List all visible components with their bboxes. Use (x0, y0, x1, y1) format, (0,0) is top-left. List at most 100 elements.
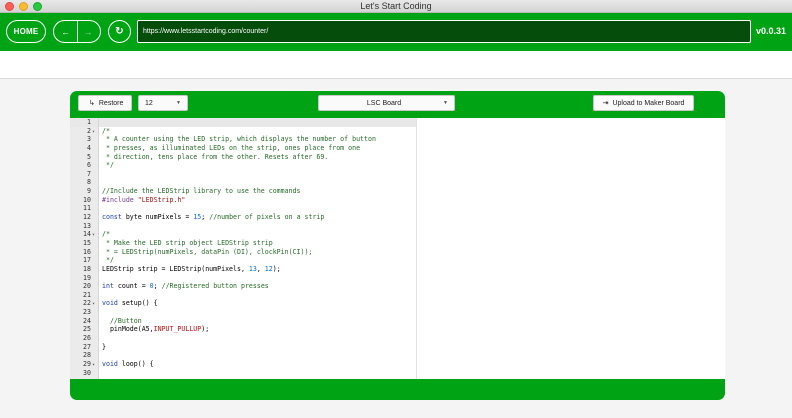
code-line[interactable]: void loop() { (99, 360, 416, 369)
code-token: "LEDStrip.h" (137, 195, 186, 204)
code-token: 12 (264, 264, 273, 273)
code-line[interactable]: int count = 0; //Registered button press… (99, 282, 416, 291)
code-line[interactable] (99, 222, 416, 231)
line-number: 13 (70, 222, 98, 231)
code-line[interactable]: * A counter using the LED strip, which d… (99, 135, 416, 144)
code-line[interactable] (99, 308, 416, 317)
code-token: } (102, 342, 106, 351)
forward-arrow-icon[interactable]: → (76, 21, 100, 42)
line-number: 11 (70, 204, 98, 213)
line-number: 17 (70, 256, 98, 265)
code-line[interactable] (99, 118, 416, 127)
code-token: //number of pixels on a strip (209, 213, 325, 222)
chevron-down-icon: ▼ (176, 100, 181, 106)
line-number: 1 (70, 118, 98, 127)
line-number-text: 27 (83, 342, 91, 351)
code-token: * A counter using the LED strip, which d… (102, 135, 376, 144)
code-token: */ (102, 161, 114, 170)
code-line[interactable] (99, 291, 416, 300)
back-arrow-icon[interactable]: ← (54, 21, 78, 42)
code-token: * direction, tens place from the other. … (102, 152, 329, 161)
line-number-text: 24 (83, 316, 91, 325)
line-number: 15 (70, 239, 98, 248)
code-line[interactable]: //Include the LEDStrip library to use th… (99, 187, 416, 196)
code-line[interactable]: * direction, tens place from the other. … (99, 153, 416, 162)
code-line[interactable]: * = LEDStrip(numPixels, dataPin (DI), cl… (99, 248, 416, 257)
code-line[interactable]: //Button (99, 317, 416, 326)
code-line[interactable]: /* (99, 127, 416, 136)
line-number-text: 26 (83, 334, 91, 343)
upload-icon: ⇥ (602, 100, 609, 107)
code-line[interactable] (99, 204, 416, 213)
board-select[interactable]: LSC Board ▼ (318, 95, 455, 111)
code-line[interactable]: void setup() { (99, 299, 416, 308)
line-number-text: 8 (87, 178, 91, 187)
code-token: int (102, 282, 114, 291)
line-number-text: 11 (83, 204, 91, 213)
home-button[interactable]: HOME (6, 20, 46, 43)
code-token: /* (102, 230, 110, 239)
restore-button[interactable]: ↳ Restore (78, 95, 132, 111)
upload-button[interactable]: ⇥ Upload to Maker Board (593, 95, 694, 111)
window-title-bar: Let's Start Coding (0, 0, 792, 13)
code-area[interactable]: /* * A counter using the LED strip, whic… (99, 118, 417, 379)
line-number: 5 (70, 153, 98, 162)
code-line[interactable]: } (99, 343, 416, 352)
font-size-select[interactable]: 12 ▼ (138, 95, 188, 111)
line-number: 25 (70, 325, 98, 334)
code-line[interactable]: const byte numPixels = 15; //number of p… (99, 213, 416, 222)
line-number: 20 (70, 282, 98, 291)
line-number-text: 29 (83, 359, 91, 368)
line-number: 28 (70, 351, 98, 360)
editor-panel: ↳ Restore 12 ▼ LSC Board ▼ ⇥ Upload to M… (70, 91, 725, 400)
line-number: 23 (70, 308, 98, 317)
fold-arrow-icon[interactable]: ▾ (92, 362, 95, 368)
code-line[interactable]: */ (99, 256, 416, 265)
code-line[interactable]: pinMode(A5,INPUT_PULLUP); (99, 325, 416, 334)
code-line[interactable]: LEDStrip strip = LEDStrip(numPixels, 13,… (99, 265, 416, 274)
line-number-text: 9 (87, 187, 91, 196)
code-token: setup() { (117, 299, 158, 308)
code-token: void (102, 359, 118, 368)
fold-arrow-icon[interactable]: ▾ (92, 129, 95, 135)
fold-arrow-icon[interactable]: ▾ (92, 301, 95, 307)
code-line[interactable] (99, 369, 416, 378)
code-line[interactable] (99, 274, 416, 283)
board-value: LSC Board (366, 99, 402, 107)
line-number-text: 10 (83, 195, 91, 204)
refresh-icon[interactable]: ↻ (108, 20, 131, 43)
line-number-text: 4 (87, 143, 91, 152)
line-number: 3 (70, 135, 98, 144)
line-number-text: 7 (87, 169, 91, 178)
code-line[interactable] (99, 178, 416, 187)
line-number-text: 5 (87, 152, 91, 161)
code-token: INPUT_PULLUP (153, 325, 202, 334)
code-token: loop() { (117, 359, 154, 368)
code-token: #include (102, 195, 138, 204)
code-line[interactable]: /* (99, 230, 416, 239)
code-token: const (102, 213, 122, 222)
code-line[interactable]: */ (99, 161, 416, 170)
line-number: 27 (70, 343, 98, 352)
line-number-text: 1 (87, 118, 91, 126)
browser-toolbar: HOME ← → ↻ https://www.letsstartcoding.c… (0, 13, 792, 51)
code-line[interactable] (99, 351, 416, 360)
code-line[interactable]: * Make the LED strip object LEDStrip str… (99, 239, 416, 248)
line-number: 24 (70, 317, 98, 326)
line-number-text: 30 (83, 368, 91, 377)
code-line[interactable]: * presses, as illuminated LEDs on the st… (99, 144, 416, 153)
code-line[interactable] (99, 170, 416, 179)
code-line[interactable] (99, 334, 416, 343)
url-bar[interactable]: https://www.letsstartcoding.com/counter/ (137, 20, 751, 43)
code-line[interactable]: #include "LEDStrip.h" (99, 196, 416, 205)
fold-arrow-icon[interactable]: ▾ (92, 232, 95, 238)
line-number: 6 (70, 161, 98, 170)
